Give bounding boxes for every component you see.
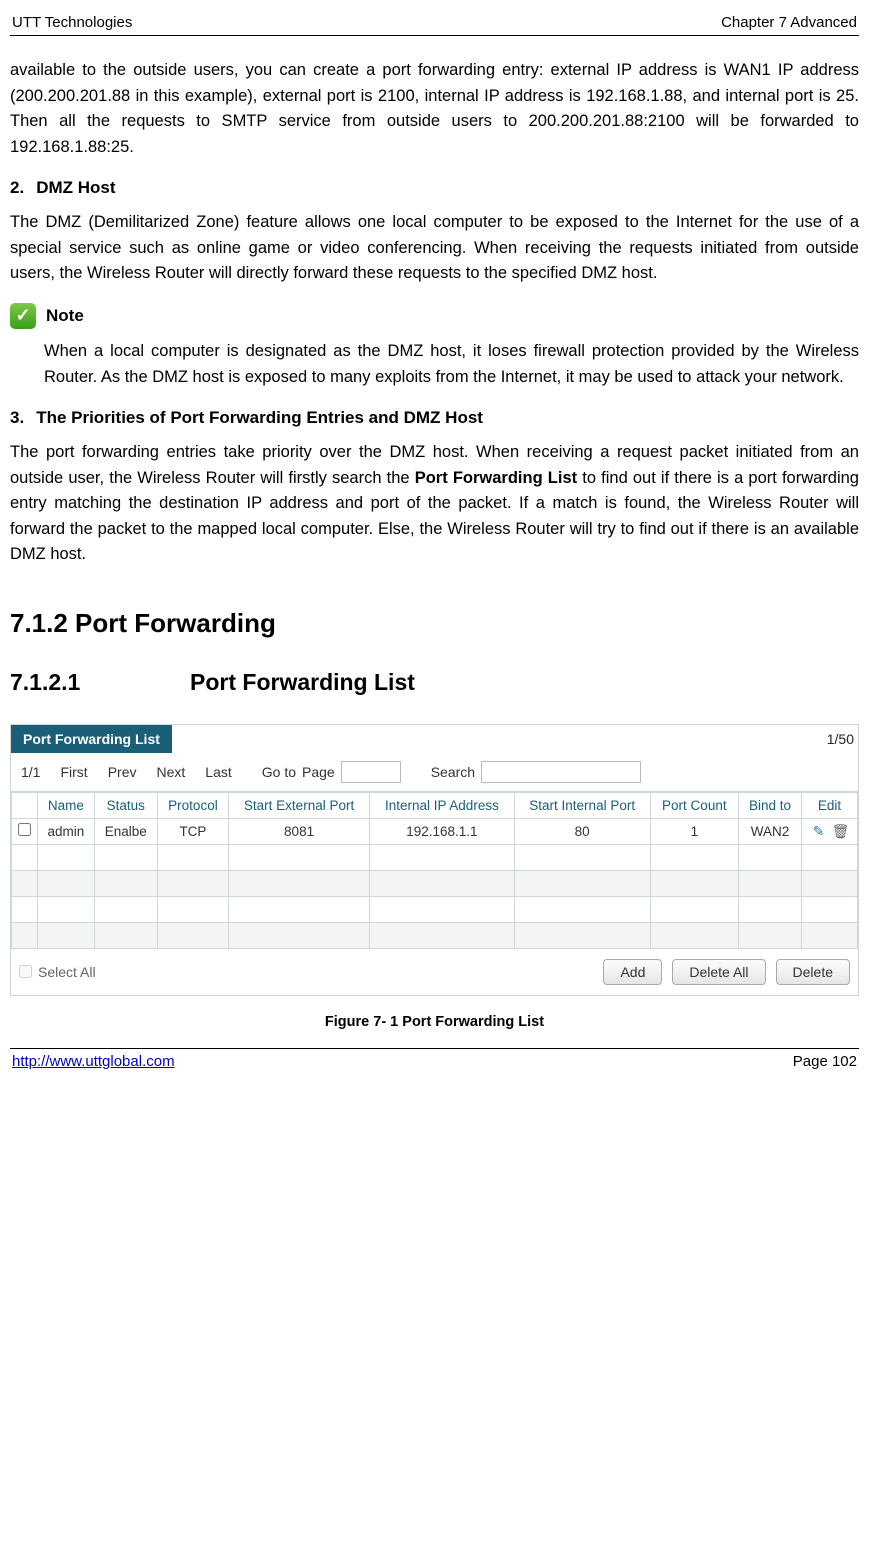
table-row <box>12 844 858 870</box>
heading-7-1-2-1: 7.1.2.1Port Forwarding List <box>10 669 859 696</box>
search-label: Search <box>431 764 475 780</box>
pf-table-header-row: Name Status Protocol Start External Port… <box>12 792 858 818</box>
page-label: Page <box>302 764 335 780</box>
pf-header: Port Forwarding List 1/50 <box>11 725 858 753</box>
delete-button[interactable]: Delete <box>776 959 850 985</box>
col-checkbox <box>12 792 38 818</box>
figure-caption: Figure 7- 1 Port Forwarding List <box>10 1014 859 1030</box>
next-link[interactable]: Next <box>156 764 185 780</box>
port-forwarding-panel: Port Forwarding List 1/50 1/1 First Prev… <box>10 724 859 996</box>
add-button[interactable]: Add <box>603 959 662 985</box>
row-checkbox[interactable] <box>18 823 31 836</box>
cell-int-port: 80 <box>514 818 650 844</box>
pf-toolbar: 1/1 First Prev Next Last Go to Page Sear… <box>11 753 858 792</box>
section-2-num: 2. <box>10 178 24 198</box>
cell-int-ip: 192.168.1.1 <box>369 818 514 844</box>
select-all-label: Select All <box>38 964 96 980</box>
section-3-title: The Priorities of Port Forwarding Entrie… <box>36 408 483 428</box>
col-bind-to: Bind to <box>739 792 802 818</box>
pf-nav: 1/1 First Prev Next Last <box>21 764 232 780</box>
cell-status: Enalbe <box>94 818 157 844</box>
page-info: 1/1 <box>21 764 40 780</box>
header-right: Chapter 7 Advanced <box>721 14 857 31</box>
section-3-num: 3. <box>10 408 24 428</box>
goto-group: Go to Page <box>262 761 401 783</box>
heading-7-1-2: 7.1.2 Port Forwarding <box>10 608 859 639</box>
pf-count: 1/50 <box>827 731 854 747</box>
note-label: Note <box>46 306 84 326</box>
search-input[interactable] <box>481 761 641 783</box>
pf-footer: Select All Add Delete All Delete <box>11 949 858 995</box>
intro-paragraph: available to the outside users, you can … <box>10 58 859 160</box>
goto-label: Go to <box>262 764 296 780</box>
cell-ext-port: 8081 <box>229 818 370 844</box>
select-all-checkbox[interactable] <box>19 965 32 978</box>
col-port-count: Port Count <box>650 792 739 818</box>
button-group: Add Delete All Delete <box>603 959 850 985</box>
select-all[interactable]: Select All <box>19 964 96 980</box>
cell-name: admin <box>38 818 95 844</box>
cell-bind: WAN2 <box>739 818 802 844</box>
table-row <box>12 896 858 922</box>
cell-protocol: TCP <box>157 818 228 844</box>
col-int-ip: Internal IP Address <box>369 792 514 818</box>
note-body: When a local computer is designated as t… <box>10 339 859 390</box>
header-left: UTT Technologies <box>12 14 132 31</box>
col-int-port: Start Internal Port <box>514 792 650 818</box>
pf-table: Name Status Protocol Start External Port… <box>11 792 858 949</box>
heading-title: Port Forwarding List <box>190 669 415 695</box>
goto-page-input[interactable] <box>341 761 401 783</box>
table-row: admin Enalbe TCP 8081 192.168.1.1 80 1 W… <box>12 818 858 844</box>
col-name: Name <box>38 792 95 818</box>
priorities-paragraph: The port forwarding entries take priorit… <box>10 440 859 568</box>
check-icon: ✓ <box>10 303 36 329</box>
last-link[interactable]: Last <box>205 764 231 780</box>
search-group: Search <box>431 761 641 783</box>
table-row <box>12 922 858 948</box>
edit-icon[interactable]: ✎ <box>811 823 827 839</box>
footer-link[interactable]: http://www.uttglobal.com <box>12 1053 175 1070</box>
para3-bold: Port Forwarding List <box>415 469 577 487</box>
section-3-heading: 3. The Priorities of Port Forwarding Ent… <box>10 408 859 428</box>
page-footer: http://www.uttglobal.com Page 102 <box>10 1048 859 1070</box>
col-protocol: Protocol <box>157 792 228 818</box>
col-status: Status <box>94 792 157 818</box>
section-2-title: DMZ Host <box>36 178 115 198</box>
prev-link[interactable]: Prev <box>108 764 137 780</box>
dmz-paragraph: The DMZ (Demilitarized Zone) feature all… <box>10 210 859 287</box>
cell-count: 1 <box>650 818 739 844</box>
edit-cell: ✎ 🗑 <box>808 823 851 839</box>
col-edit: Edit <box>802 792 858 818</box>
footer-page-num: Page 102 <box>793 1053 857 1070</box>
table-row <box>12 870 858 896</box>
page-header: UTT Technologies Chapter 7 Advanced <box>10 12 859 36</box>
section-2-heading: 2. DMZ Host <box>10 178 859 198</box>
col-ext-port: Start External Port <box>229 792 370 818</box>
note-header: ✓ Note <box>10 303 859 329</box>
heading-num: 7.1.2.1 <box>10 669 190 696</box>
pf-tab-title: Port Forwarding List <box>11 725 172 753</box>
first-link[interactable]: First <box>60 764 87 780</box>
delete-icon[interactable]: 🗑 <box>833 823 849 839</box>
delete-all-button[interactable]: Delete All <box>672 959 765 985</box>
